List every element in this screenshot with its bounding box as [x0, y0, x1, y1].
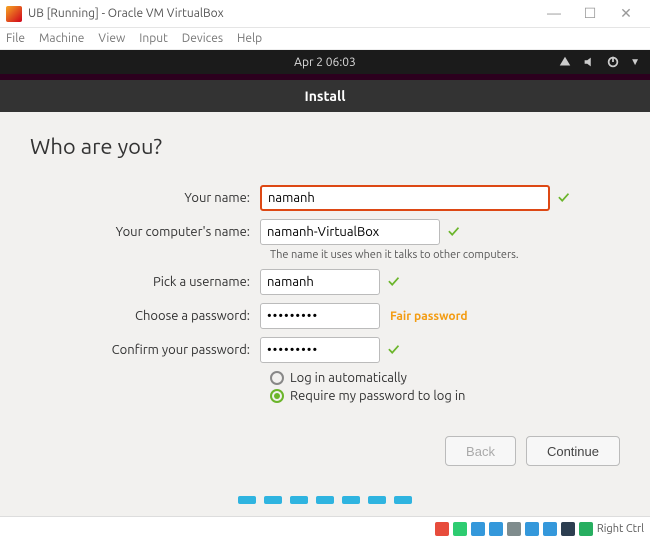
vm-display: Apr 2 06:03 ▼ Install Who are you? Your …: [0, 50, 650, 516]
virtualbox-statusbar: Right Ctrl: [0, 516, 650, 540]
chevron-down-icon[interactable]: ▼: [630, 56, 640, 68]
progress-dot: [368, 496, 386, 504]
progress-dot: [342, 496, 360, 504]
progress-indicator: [238, 496, 412, 504]
progress-dot: [290, 496, 308, 504]
installer-titlebar: Install: [0, 80, 650, 112]
menu-devices[interactable]: Devices: [182, 32, 223, 45]
close-button[interactable]: ✕: [608, 4, 644, 24]
check-icon: ✓: [388, 273, 399, 291]
password-input[interactable]: [260, 303, 380, 329]
maximize-button[interactable]: ☐: [572, 4, 608, 24]
audio-icon[interactable]: [471, 522, 485, 536]
progress-dot: [316, 496, 334, 504]
password-strength: Fair password: [390, 310, 468, 323]
window-titlebar: UB [Running] - Oracle VM VirtualBox — ☐ …: [0, 0, 650, 28]
recording-icon[interactable]: [561, 522, 575, 536]
menu-file[interactable]: File: [6, 32, 25, 45]
check-icon: ✓: [448, 223, 459, 241]
installer-content: Who are you? Your name: ✓ Your computer'…: [0, 112, 650, 403]
window-title: UB [Running] - Oracle VM VirtualBox: [28, 7, 536, 20]
progress-dot: [264, 496, 282, 504]
radio-require-label: Require my password to log in: [290, 389, 465, 403]
username-input[interactable]: [260, 269, 380, 295]
computer-input[interactable]: [260, 219, 440, 245]
label-name: Your name:: [30, 191, 260, 205]
network-icon[interactable]: [558, 55, 572, 69]
power-icon[interactable]: [606, 55, 620, 69]
ubuntu-system-tray: ▼: [558, 55, 640, 69]
check-icon: ✓: [558, 189, 569, 207]
optical-drive-icon[interactable]: [453, 522, 467, 536]
menu-input[interactable]: Input: [139, 32, 168, 45]
label-username: Pick a username:: [30, 275, 260, 289]
virtualbox-icon: [6, 6, 22, 22]
ubuntu-top-panel: Apr 2 06:03 ▼: [0, 50, 650, 74]
nav-buttons: Back Continue: [445, 436, 620, 466]
menu-machine[interactable]: Machine: [39, 32, 84, 45]
radio-icon-selected: [270, 389, 284, 403]
usb-icon[interactable]: [507, 522, 521, 536]
shared-folders-icon[interactable]: [525, 522, 539, 536]
name-input[interactable]: [260, 185, 550, 211]
label-password: Choose a password:: [30, 309, 260, 323]
menubar: File Machine View Input Devices Help: [0, 28, 650, 50]
hostkey-icon[interactable]: [579, 522, 593, 536]
back-button[interactable]: Back: [445, 436, 516, 466]
continue-button[interactable]: Continue: [526, 436, 620, 466]
computer-hint: The name it uses when it talks to other …: [270, 249, 620, 261]
network-icon[interactable]: [489, 522, 503, 536]
radio-require-password[interactable]: Require my password to log in: [270, 389, 620, 403]
progress-dot: [394, 496, 412, 504]
label-confirm: Confirm your password:: [30, 343, 260, 357]
confirm-input[interactable]: [260, 337, 380, 363]
display-icon[interactable]: [543, 522, 557, 536]
radio-auto-label: Log in automatically: [290, 371, 407, 385]
volume-icon[interactable]: [582, 55, 596, 69]
menu-help[interactable]: Help: [237, 32, 262, 45]
label-computer: Your computer's name:: [30, 225, 260, 239]
ubuntu-datetime: Apr 2 06:03: [294, 56, 356, 69]
page-title: Who are you?: [30, 134, 620, 159]
minimize-button[interactable]: —: [536, 4, 572, 24]
menu-view[interactable]: View: [98, 32, 125, 45]
progress-dot: [238, 496, 256, 504]
check-icon: ✓: [388, 341, 399, 359]
hostkey-label: Right Ctrl: [597, 523, 644, 535]
hard-disk-icon[interactable]: [435, 522, 449, 536]
radio-icon: [270, 371, 284, 385]
radio-auto-login[interactable]: Log in automatically: [270, 371, 620, 385]
